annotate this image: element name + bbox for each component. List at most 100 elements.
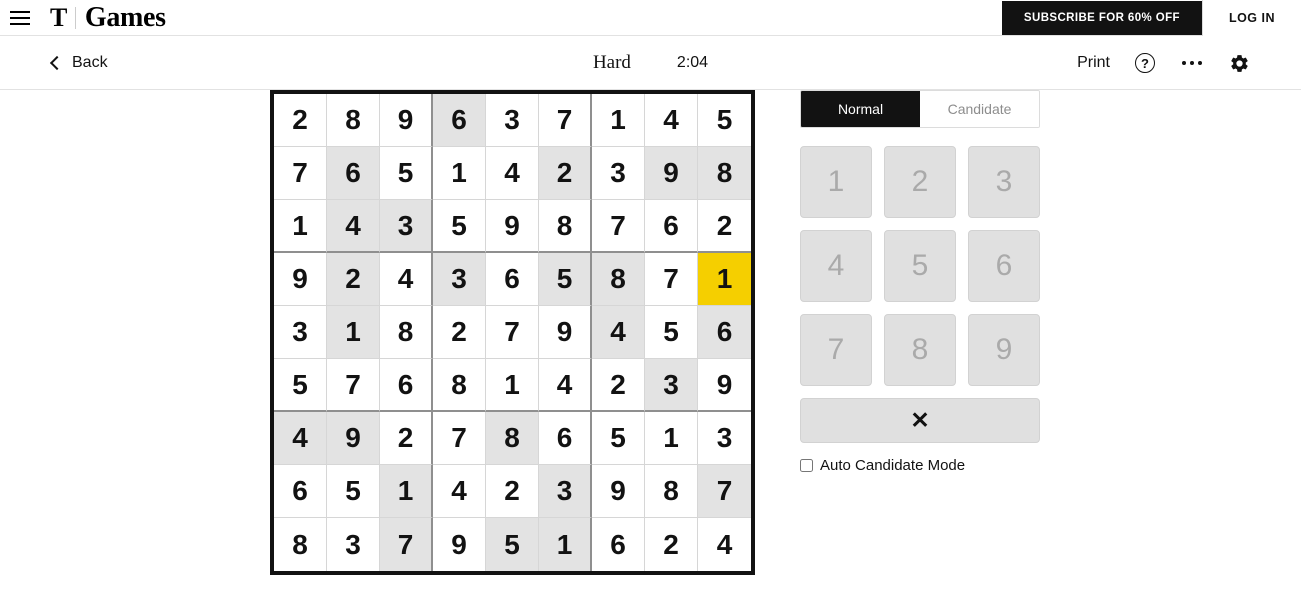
sudoku-cell-r5c4[interactable]: 2 [433, 306, 486, 359]
sudoku-cell-r4c9[interactable]: 1 [698, 253, 751, 306]
sudoku-cell-r9c2[interactable]: 3 [327, 518, 380, 571]
sudoku-cell-r2c6[interactable]: 2 [539, 147, 592, 200]
sudoku-cell-r2c4[interactable]: 1 [433, 147, 486, 200]
sudoku-cell-r4c1[interactable]: 9 [274, 253, 327, 306]
sudoku-cell-r9c3[interactable]: 7 [380, 518, 433, 571]
sudoku-cell-r1c5[interactable]: 3 [486, 94, 539, 147]
sudoku-cell-r3c7[interactable]: 7 [592, 200, 645, 253]
sudoku-cell-r4c3[interactable]: 4 [380, 253, 433, 306]
sudoku-grid[interactable]: 2896371457651423981435987629243658713182… [270, 90, 755, 575]
sudoku-cell-r3c5[interactable]: 9 [486, 200, 539, 253]
sudoku-cell-r5c6[interactable]: 9 [539, 306, 592, 359]
sudoku-cell-r5c3[interactable]: 8 [380, 306, 433, 359]
sudoku-cell-r3c8[interactable]: 6 [645, 200, 698, 253]
sudoku-cell-r2c9[interactable]: 8 [698, 147, 751, 200]
sudoku-cell-r5c2[interactable]: 1 [327, 306, 380, 359]
sudoku-cell-r9c1[interactable]: 8 [274, 518, 327, 571]
number-button-1[interactable]: 1 [800, 146, 872, 218]
sudoku-cell-r8c2[interactable]: 5 [327, 465, 380, 518]
number-button-3[interactable]: 3 [968, 146, 1040, 218]
sudoku-cell-r8c4[interactable]: 4 [433, 465, 486, 518]
sudoku-cell-r6c4[interactable]: 8 [433, 359, 486, 412]
sudoku-cell-r4c4[interactable]: 3 [433, 253, 486, 306]
print-button[interactable]: Print [1077, 54, 1110, 72]
brand[interactable]: T Games [50, 3, 166, 32]
sudoku-cell-r5c8[interactable]: 5 [645, 306, 698, 359]
sudoku-cell-r6c5[interactable]: 1 [486, 359, 539, 412]
sudoku-cell-r5c9[interactable]: 6 [698, 306, 751, 359]
sudoku-cell-r8c3[interactable]: 1 [380, 465, 433, 518]
sudoku-cell-r3c6[interactable]: 8 [539, 200, 592, 253]
sudoku-cell-r7c9[interactable]: 3 [698, 412, 751, 465]
auto-candidate-mode-toggle[interactable]: Auto Candidate Mode [800, 457, 1042, 474]
sudoku-cell-r7c2[interactable]: 9 [327, 412, 380, 465]
sudoku-cell-r3c1[interactable]: 1 [274, 200, 327, 253]
back-button[interactable]: Back [49, 36, 108, 90]
sudoku-cell-r8c6[interactable]: 3 [539, 465, 592, 518]
sudoku-cell-r8c5[interactable]: 2 [486, 465, 539, 518]
sudoku-cell-r1c1[interactable]: 2 [274, 94, 327, 147]
sudoku-cell-r3c4[interactable]: 5 [433, 200, 486, 253]
sudoku-cell-r4c7[interactable]: 8 [592, 253, 645, 306]
sudoku-cell-r2c3[interactable]: 5 [380, 147, 433, 200]
hamburger-icon[interactable] [2, 0, 38, 36]
sudoku-cell-r3c2[interactable]: 4 [327, 200, 380, 253]
number-button-9[interactable]: 9 [968, 314, 1040, 386]
sudoku-cell-r6c2[interactable]: 7 [327, 359, 380, 412]
number-button-7[interactable]: 7 [800, 314, 872, 386]
sudoku-cell-r3c3[interactable]: 3 [380, 200, 433, 253]
sudoku-cell-r2c7[interactable]: 3 [592, 147, 645, 200]
sudoku-cell-r2c1[interactable]: 7 [274, 147, 327, 200]
sudoku-cell-r9c4[interactable]: 9 [433, 518, 486, 571]
sudoku-cell-r6c9[interactable]: 9 [698, 359, 751, 412]
help-button[interactable]: ? [1133, 51, 1157, 75]
sudoku-cell-r1c7[interactable]: 1 [592, 94, 645, 147]
sudoku-cell-r6c6[interactable]: 4 [539, 359, 592, 412]
sudoku-cell-r7c6[interactable]: 6 [539, 412, 592, 465]
sudoku-cell-r7c5[interactable]: 8 [486, 412, 539, 465]
sudoku-cell-r2c5[interactable]: 4 [486, 147, 539, 200]
mode-button-candidate[interactable]: Candidate [920, 91, 1039, 127]
number-button-2[interactable]: 2 [884, 146, 956, 218]
number-button-4[interactable]: 4 [800, 230, 872, 302]
sudoku-cell-r2c8[interactable]: 9 [645, 147, 698, 200]
sudoku-cell-r9c9[interactable]: 4 [698, 518, 751, 571]
sudoku-cell-r8c9[interactable]: 7 [698, 465, 751, 518]
subscribe-button[interactable]: SUBSCRIBE FOR 60% OFF [1001, 1, 1202, 35]
sudoku-cell-r1c4[interactable]: 6 [433, 94, 486, 147]
number-button-8[interactable]: 8 [884, 314, 956, 386]
erase-button[interactable]: ✕ [800, 398, 1040, 443]
sudoku-cell-r1c8[interactable]: 4 [645, 94, 698, 147]
settings-button[interactable] [1227, 51, 1251, 75]
sudoku-cell-r4c5[interactable]: 6 [486, 253, 539, 306]
sudoku-cell-r3c9[interactable]: 2 [698, 200, 751, 253]
sudoku-cell-r4c8[interactable]: 7 [645, 253, 698, 306]
sudoku-cell-r4c2[interactable]: 2 [327, 253, 380, 306]
sudoku-cell-r6c1[interactable]: 5 [274, 359, 327, 412]
sudoku-cell-r8c8[interactable]: 8 [645, 465, 698, 518]
sudoku-cell-r5c5[interactable]: 7 [486, 306, 539, 359]
sudoku-cell-r1c2[interactable]: 8 [327, 94, 380, 147]
sudoku-cell-r9c6[interactable]: 1 [539, 518, 592, 571]
number-button-6[interactable]: 6 [968, 230, 1040, 302]
sudoku-cell-r9c8[interactable]: 2 [645, 518, 698, 571]
sudoku-cell-r1c3[interactable]: 9 [380, 94, 433, 147]
login-button[interactable]: LOG IN [1201, 0, 1301, 36]
sudoku-cell-r1c6[interactable]: 7 [539, 94, 592, 147]
sudoku-cell-r7c8[interactable]: 1 [645, 412, 698, 465]
more-options-button[interactable] [1180, 51, 1204, 75]
sudoku-cell-r6c8[interactable]: 3 [645, 359, 698, 412]
sudoku-cell-r9c7[interactable]: 6 [592, 518, 645, 571]
auto-candidate-checkbox[interactable] [800, 459, 813, 472]
sudoku-cell-r9c5[interactable]: 5 [486, 518, 539, 571]
sudoku-cell-r7c4[interactable]: 7 [433, 412, 486, 465]
sudoku-cell-r2c2[interactable]: 6 [327, 147, 380, 200]
sudoku-cell-r1c9[interactable]: 5 [698, 94, 751, 147]
sudoku-cell-r7c7[interactable]: 5 [592, 412, 645, 465]
mode-button-normal[interactable]: Normal [801, 91, 920, 127]
number-button-5[interactable]: 5 [884, 230, 956, 302]
sudoku-cell-r4c6[interactable]: 5 [539, 253, 592, 306]
sudoku-cell-r7c3[interactable]: 2 [380, 412, 433, 465]
sudoku-cell-r7c1[interactable]: 4 [274, 412, 327, 465]
sudoku-cell-r6c7[interactable]: 2 [592, 359, 645, 412]
